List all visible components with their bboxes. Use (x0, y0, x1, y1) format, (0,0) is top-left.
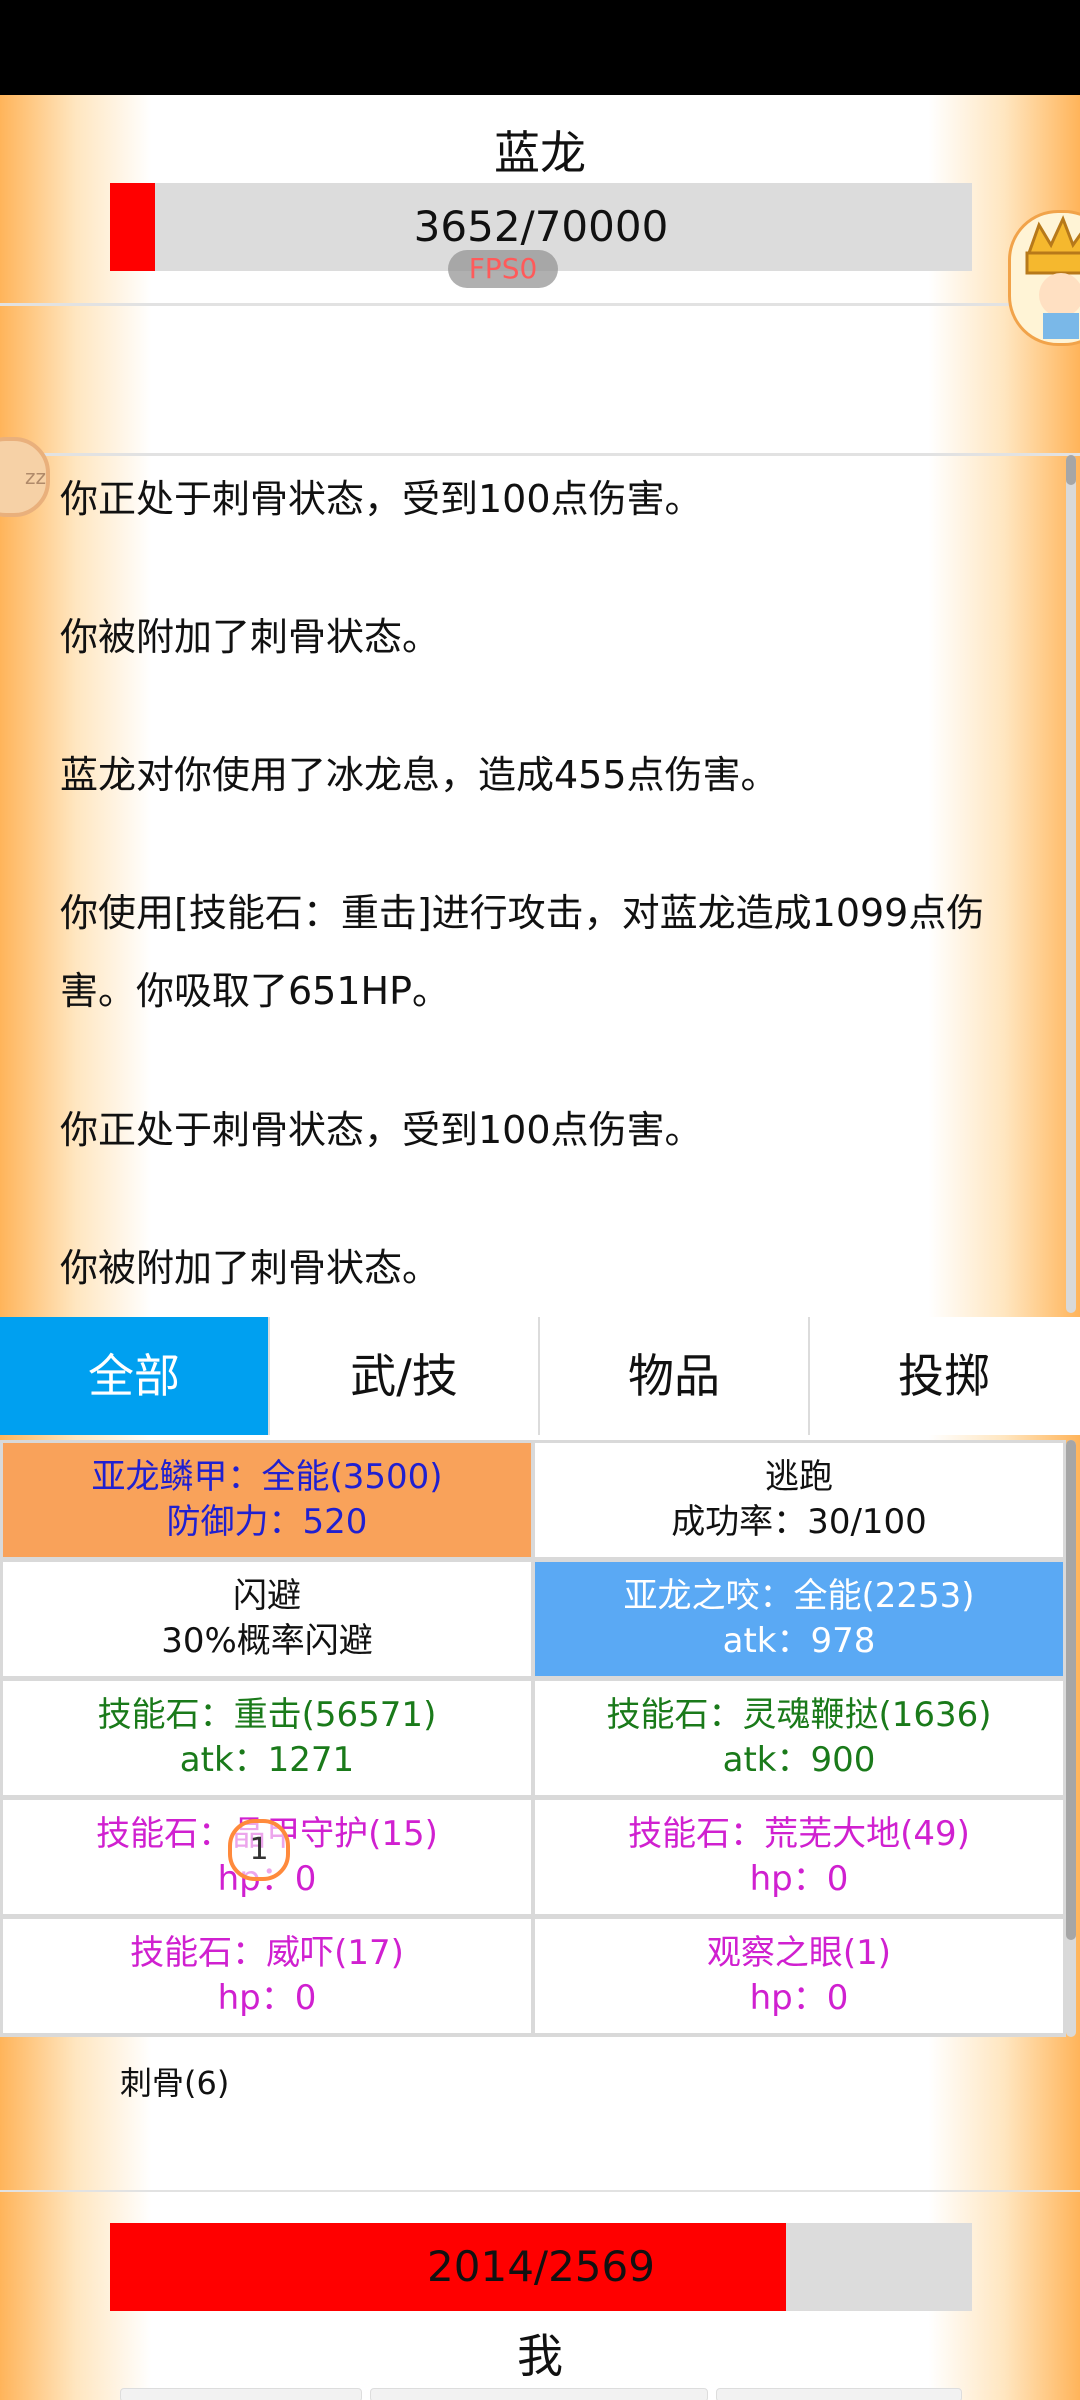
log-line: 你正处于刺骨状态，受到100点伤害。 (60, 1108, 703, 1152)
battle-screen: 蓝龙 3652/70000 FPS0 zz 你正处于刺骨状态，受到100点伤害。… (0, 95, 1080, 2400)
log-scroll-thumb[interactable] (1066, 455, 1076, 485)
action-button[interactable]: 观察之眼(1) hp：0 (535, 1919, 1063, 2033)
touch-marker: 1 (228, 1819, 290, 1881)
status-bar (0, 0, 1080, 95)
action-button[interactable]: 技能石：灵魂鞭挞(1636) atk：900 (535, 1681, 1063, 1795)
bottom-tab[interactable] (370, 2388, 708, 2400)
player-name: 我 (517, 2329, 563, 2383)
dodge-button[interactable]: 闪避 30%概率闪避 (3, 1562, 531, 1676)
log-line: 你被附加了刺骨状态。 (60, 615, 441, 659)
tab-items[interactable]: 物品 (540, 1317, 810, 1435)
action-scrollbar[interactable] (1066, 1440, 1076, 2037)
tab-throw[interactable]: 投掷 (810, 1317, 1078, 1435)
battle-log: 你正处于刺骨状态，受到100点伤害。 你被附加了刺骨状态。 蓝龙对你使用了冰龙息… (0, 455, 1060, 1413)
divider (0, 303, 1080, 306)
log-line: 你被附加了刺骨状态。 (60, 1246, 441, 1290)
action-button[interactable]: 亚龙之咬：全能(2253) atk：978 (535, 1562, 1063, 1676)
action-button[interactable]: 亚龙鳞甲：全能(3500) 防御力：520 (3, 1443, 531, 1557)
log-line: 你使用[技能石：重击]进行攻击，对蓝龙造成1099点伤害。你吸取了651HP。 (60, 891, 985, 1013)
status-effect: 刺骨(6) (120, 2064, 230, 2102)
king-avatar-icon[interactable] (1008, 210, 1080, 346)
player-hp-bar: 2014/2569 (110, 2223, 972, 2311)
action-tabs: 全部 武/技 物品 投掷 (0, 1317, 1080, 1435)
tab-all[interactable]: 全部 (0, 1317, 270, 1435)
log-line: 你正处于刺骨状态，受到100点伤害。 (60, 477, 703, 521)
escape-button[interactable]: 逃跑 成功率：30/100 (535, 1443, 1063, 1557)
player-hp-text: 2014/2569 (427, 2242, 655, 2291)
action-button[interactable]: 技能石：荒芜大地(49) hp：0 (535, 1800, 1063, 1914)
fps-badge: FPS0 (448, 250, 558, 288)
action-scroll-thumb[interactable] (1066, 1440, 1076, 1940)
log-line: 蓝龙对你使用了冰龙息，造成455点伤害。 (60, 753, 779, 797)
action-button[interactable]: 技能石：重击(56571) atk：1271 (3, 1681, 531, 1795)
log-scrollbar[interactable] (1066, 455, 1076, 1313)
tab-weapons-skills[interactable]: 武/技 (270, 1317, 540, 1435)
divider (0, 2190, 1080, 2192)
enemy-name: 蓝龙 (494, 126, 586, 180)
bottom-tab[interactable] (716, 2388, 962, 2400)
action-button[interactable]: 技能石：威吓(17) hp：0 (3, 1919, 531, 2033)
bottom-tab[interactable] (120, 2388, 362, 2400)
